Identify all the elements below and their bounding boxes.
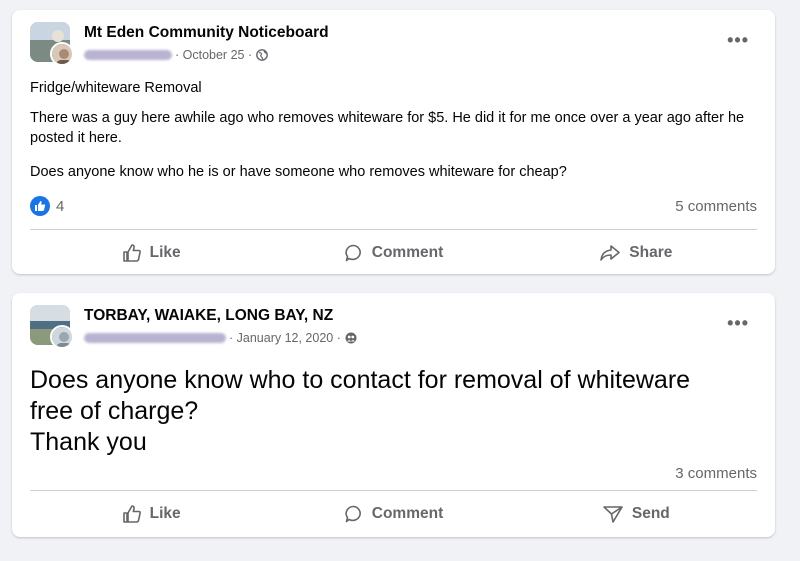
post-card: TORBAY, WAIAKE, LONG BAY, NZ · January 1… xyxy=(12,293,775,537)
group-name[interactable]: Mt Eden Community Noticeboard xyxy=(84,24,329,42)
like-button[interactable]: Like xyxy=(30,235,272,271)
post-paragraph: There was a guy here awhile ago who remo… xyxy=(30,110,745,146)
reaction-summary[interactable]: 4 xyxy=(30,196,64,216)
post-meta: · January 12, 2020 · xyxy=(84,331,357,345)
group-name[interactable]: TORBAY, WAIAKE, LONG BAY, NZ xyxy=(84,307,333,325)
comments-count[interactable]: 3 comments xyxy=(675,465,757,482)
more-options-icon[interactable]: ••• xyxy=(727,313,749,334)
comment-button[interactable]: Comment xyxy=(272,496,514,532)
like-icon xyxy=(122,504,142,524)
comment-icon xyxy=(344,243,364,263)
reaction-row: 3 comments xyxy=(30,462,757,484)
like-label: Like xyxy=(149,505,181,522)
globe-icon xyxy=(256,49,269,61)
author-name-redacted[interactable] xyxy=(84,333,226,343)
like-count: 4 xyxy=(56,197,65,215)
send-label: Send xyxy=(631,505,670,522)
user-avatar[interactable] xyxy=(50,42,74,66)
post-meta: · October 25 · xyxy=(84,48,269,62)
like-icon xyxy=(122,243,142,263)
post-date[interactable]: · October 25 · xyxy=(175,48,252,62)
post-card: Mt Eden Community Noticeboard · October … xyxy=(12,10,775,274)
like-reaction-icon xyxy=(30,196,50,216)
send-button[interactable]: Send xyxy=(515,496,757,532)
divider xyxy=(30,229,757,230)
post-paragraph: Does anyone know who he is or have someo… xyxy=(30,164,567,180)
comment-icon xyxy=(344,504,364,524)
reaction-row: 4 5 comments xyxy=(30,195,757,217)
divider xyxy=(30,490,757,491)
more-options-icon[interactable]: ••• xyxy=(727,30,749,51)
author-name-redacted[interactable] xyxy=(84,50,172,60)
share-button[interactable]: Share xyxy=(515,235,757,271)
post-text-line: Does anyone know who to contact for remo… xyxy=(30,366,691,394)
like-label: Like xyxy=(149,244,181,261)
post-text-line: Thank you xyxy=(30,428,147,456)
like-button[interactable]: Like xyxy=(30,496,272,532)
avatar[interactable] xyxy=(30,22,74,66)
post-date[interactable]: · January 12, 2020 · xyxy=(229,331,341,345)
comment-button[interactable]: Comment xyxy=(272,235,514,271)
post-text-line: free of charge? xyxy=(30,397,199,425)
action-bar: Like Comment Share xyxy=(30,235,757,271)
share-icon xyxy=(599,243,621,263)
action-bar: Like Comment Send xyxy=(30,496,757,532)
post-title: Fridge/whiteware Removal xyxy=(30,80,202,96)
comment-label: Comment xyxy=(371,505,444,522)
group-members-icon xyxy=(345,332,357,344)
avatar[interactable] xyxy=(30,305,74,349)
share-label: Share xyxy=(629,244,673,261)
user-avatar[interactable] xyxy=(50,325,74,349)
send-icon xyxy=(602,504,624,524)
comments-count[interactable]: 5 comments xyxy=(675,198,757,215)
comment-label: Comment xyxy=(371,244,444,261)
